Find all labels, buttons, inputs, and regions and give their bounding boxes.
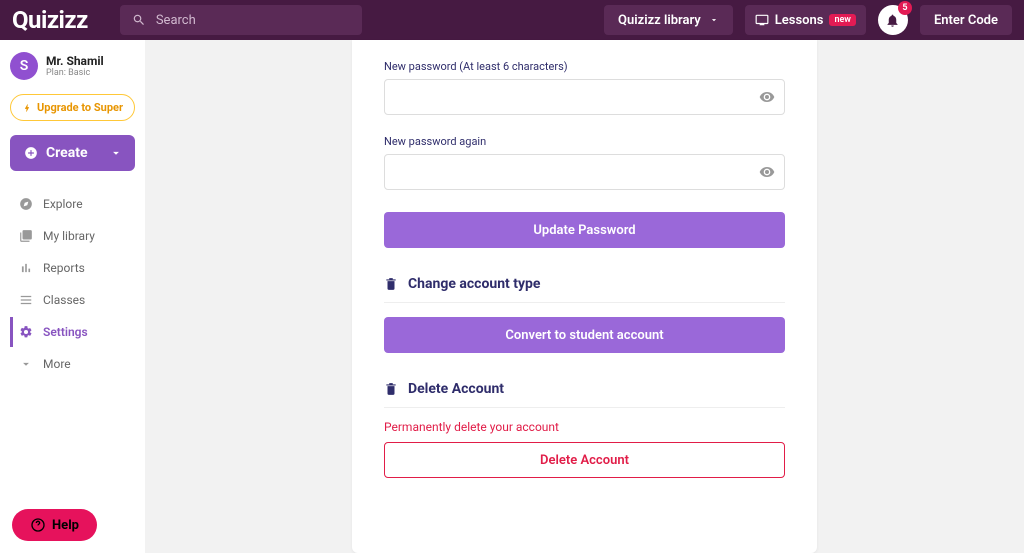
lessons-label: Lessons bbox=[775, 13, 824, 28]
sidebar-item-reports[interactable]: Reports bbox=[10, 253, 135, 283]
section-title: Change account type bbox=[408, 276, 541, 292]
sidebar-item-label: Reports bbox=[43, 261, 85, 275]
screen-icon bbox=[755, 13, 769, 27]
bell-icon bbox=[885, 13, 900, 28]
bolt-icon bbox=[22, 103, 32, 113]
new-badge: new bbox=[829, 14, 856, 26]
eye-icon[interactable] bbox=[759, 89, 775, 105]
sidebar-item-label: Explore bbox=[43, 197, 83, 211]
upgrade-button[interactable]: Upgrade to Super bbox=[10, 94, 135, 121]
help-label: Help bbox=[52, 518, 79, 533]
section-title: Delete Account bbox=[408, 381, 504, 397]
user-row[interactable]: S Mr. Shamil Plan: Basic bbox=[10, 50, 135, 82]
create-button[interactable]: Create bbox=[10, 135, 135, 171]
new-password-input[interactable] bbox=[384, 79, 785, 115]
chevron-down-icon bbox=[709, 15, 719, 25]
classes-icon bbox=[19, 293, 33, 307]
library-label: Quizizz library bbox=[618, 13, 701, 28]
avatar: S bbox=[10, 52, 38, 80]
topbar: Quizizz Search Quizizz library Lessons n… bbox=[0, 0, 1024, 40]
sidebar-item-explore[interactable]: Explore bbox=[10, 189, 135, 219]
new-password-again-label: New password again bbox=[384, 135, 785, 148]
chevron-down-icon bbox=[19, 357, 33, 371]
trash-icon bbox=[384, 382, 398, 396]
delete-account-heading: Delete Account bbox=[384, 381, 785, 408]
lessons-button[interactable]: Lessons new bbox=[745, 5, 866, 35]
gear-icon bbox=[19, 325, 33, 339]
convert-student-button[interactable]: Convert to student account bbox=[384, 317, 785, 353]
change-account-type-heading: Change account type bbox=[384, 276, 785, 303]
delete-account-button[interactable]: Delete Account bbox=[384, 442, 785, 478]
sidebar: S Mr. Shamil Plan: Basic Upgrade to Supe… bbox=[0, 40, 145, 553]
settings-card: New password (At least 6 characters) New… bbox=[352, 40, 817, 553]
sidebar-item-label: Settings bbox=[43, 325, 88, 339]
upgrade-label: Upgrade to Super bbox=[37, 101, 123, 114]
sidebar-item-label: Classes bbox=[43, 293, 85, 307]
notifications-button[interactable]: 5 bbox=[878, 5, 908, 35]
library-icon bbox=[19, 229, 33, 243]
notification-count: 5 bbox=[898, 1, 912, 15]
library-dropdown[interactable]: Quizizz library bbox=[604, 5, 733, 35]
sidebar-item-more[interactable]: More bbox=[10, 349, 135, 379]
main-content: New password (At least 6 characters) New… bbox=[145, 40, 1024, 553]
user-plan: Plan: Basic bbox=[46, 68, 104, 78]
plus-circle-icon bbox=[24, 146, 38, 160]
search-icon bbox=[132, 13, 146, 27]
compass-icon bbox=[19, 197, 33, 211]
search-input[interactable]: Search bbox=[120, 5, 362, 35]
sidebar-item-my-library[interactable]: My library bbox=[10, 221, 135, 251]
logo: Quizizz bbox=[12, 6, 108, 34]
eye-icon[interactable] bbox=[759, 164, 775, 180]
sidebar-item-settings[interactable]: Settings bbox=[10, 317, 135, 347]
search-placeholder: Search bbox=[156, 13, 196, 28]
sidebar-item-classes[interactable]: Classes bbox=[10, 285, 135, 315]
new-password-again-input[interactable] bbox=[384, 154, 785, 190]
delete-warning: Permanently delete your account bbox=[384, 420, 785, 434]
new-password-label: New password (At least 6 characters) bbox=[384, 60, 785, 73]
sidebar-item-label: My library bbox=[43, 229, 95, 243]
sidebar-item-label: More bbox=[43, 357, 71, 371]
update-password-button[interactable]: Update Password bbox=[384, 212, 785, 248]
chevron-down-icon bbox=[109, 146, 123, 160]
create-label: Create bbox=[46, 145, 88, 161]
user-name: Mr. Shamil bbox=[46, 54, 104, 68]
chart-icon bbox=[19, 261, 33, 275]
enter-code-button[interactable]: Enter Code bbox=[920, 5, 1012, 35]
help-button[interactable]: Help bbox=[12, 509, 97, 541]
trash-icon bbox=[384, 277, 398, 291]
help-icon bbox=[30, 517, 46, 533]
